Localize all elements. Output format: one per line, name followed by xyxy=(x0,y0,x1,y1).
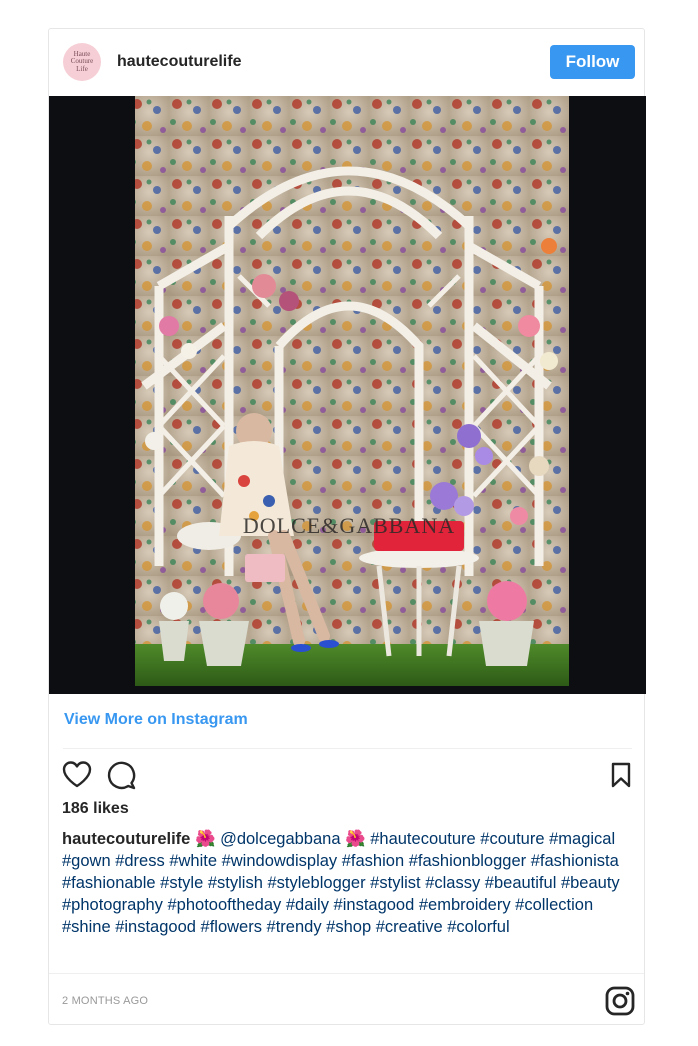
instagram-embed-card: Haute Couture Life hautecouturelife Foll… xyxy=(48,28,646,1025)
view-more-link[interactable]: View More on Instagram xyxy=(64,711,248,729)
footer-divider xyxy=(49,973,644,974)
follow-button[interactable]: Follow xyxy=(550,45,635,79)
heart-icon[interactable] xyxy=(62,760,92,793)
dolce-gabbana-sign: DOLCE&GABBANA xyxy=(243,513,455,538)
comment-icon[interactable] xyxy=(107,760,137,795)
timestamp[interactable]: 2 MONTHS AGO xyxy=(62,995,148,1007)
username-link[interactable]: hautecouturelife xyxy=(117,53,241,71)
avatar-text-line-3: Life xyxy=(76,64,88,73)
bookmark-icon[interactable] xyxy=(610,761,632,794)
likes-count: 186 likes xyxy=(62,800,129,817)
post-image[interactable]: DOLCE&GABBANA xyxy=(49,96,646,694)
post-header: Haute Couture Life hautecouturelife Foll… xyxy=(49,29,644,96)
avatar[interactable]: Haute Couture Life xyxy=(63,43,101,81)
caption: hautecouturelife 🌺 @dolcegabbana 🌺 #haut… xyxy=(62,828,622,938)
divider xyxy=(63,748,632,749)
caption-username[interactable]: hautecouturelife xyxy=(62,830,190,848)
instagram-icon[interactable] xyxy=(604,985,636,1022)
